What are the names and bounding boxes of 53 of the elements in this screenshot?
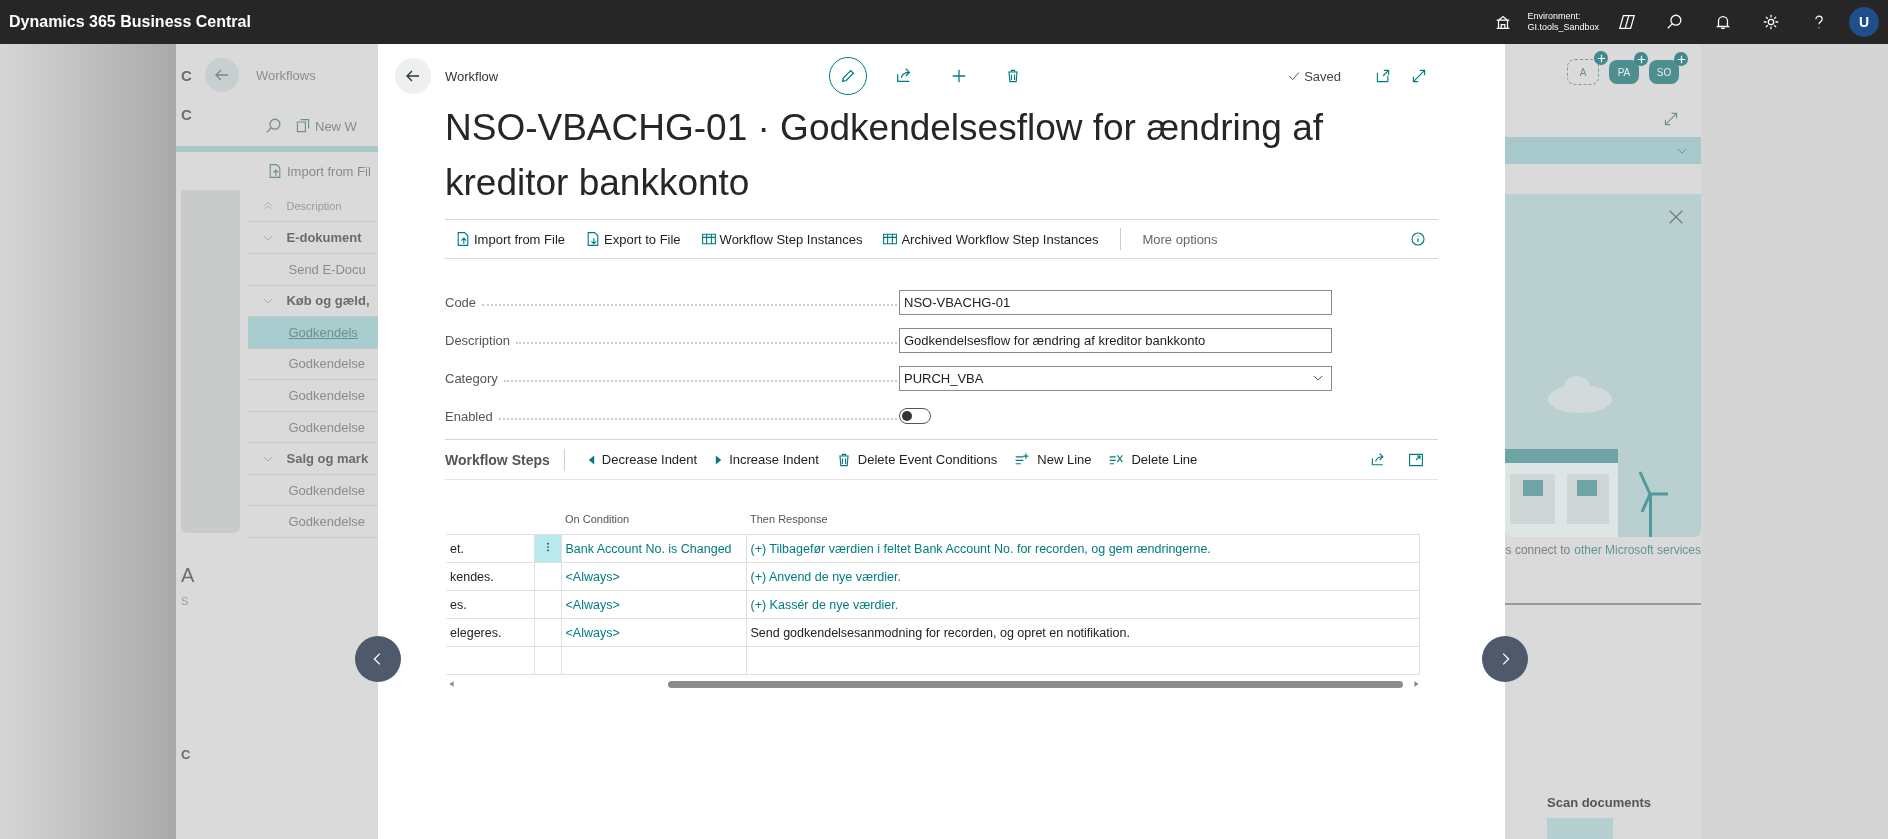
app-title[interactable]: Dynamics 365 Business Central <box>9 13 251 31</box>
field-label: Category <box>445 370 498 386</box>
record-title: NSO-VBACHG-01 · Godkendelsesflow for ændring af kreditor bankkonto <box>444 106 1325 205</box>
table-cell: et. <box>446 534 534 563</box>
saved-status: Saved <box>1287 68 1341 84</box>
table-cell[interactable]: <Always> <box>561 562 746 591</box>
table-cell: es. <box>446 590 534 619</box>
group-header[interactable]: Salg og mark <box>286 451 369 467</box>
page-title: Workflows <box>256 67 316 83</box>
table-cell: kendes. <box>446 562 534 591</box>
column-header: On Condition <box>561 504 746 535</box>
promo-text: s connect to other Microsoft services <box>1505 542 1701 559</box>
table-cell[interactable]: <Always> <box>561 618 746 647</box>
table-cell[interactable]: <Always> <box>561 590 746 619</box>
heading-letter: C <box>180 106 193 123</box>
section-title: Scan documents <box>1546 795 1653 810</box>
table-cell[interactable]: (+) Anvend de nye værdier. <box>746 562 1420 591</box>
heading-letter: C <box>180 66 193 84</box>
table-cell[interactable]: Bank Account No. is Changed <box>561 534 746 563</box>
group-header[interactable]: Køb og gæld, <box>286 293 370 309</box>
toolbar-button[interactable]: Delete Line <box>1108 451 1198 468</box>
action-button[interactable]: Archived Workflow Step Instances <box>882 231 1099 247</box>
heading-letter: A <box>180 564 196 587</box>
toolbar-button[interactable]: Delete Event Conditions <box>835 451 998 468</box>
more-options-button[interactable]: More options <box>1142 231 1218 247</box>
action-button[interactable]: Workflow Step Instances <box>700 231 863 247</box>
column-header: Then Response <box>746 504 1420 535</box>
heading-letter: C <box>180 747 192 762</box>
field-label: Description <box>445 332 511 348</box>
toolbar-button[interactable]: Decrease Indent <box>586 452 698 467</box>
field-label: Enabled <box>445 408 493 424</box>
group-header[interactable]: E-dokument <box>286 230 362 246</box>
table-cell[interactable]: (+) Tilbagefør værdien i feltet Bank Account No. for recorden, og gem ændringerne. <box>746 534 1420 563</box>
breadcrumb: Workflow <box>445 68 499 84</box>
table-cell: Send godkendelsesanmodning for recorden, og opret en notifikation. <box>746 618 1420 647</box>
action-button[interactable]: Export to File <box>585 231 681 247</box>
text-letter: S <box>180 595 190 607</box>
table-cell[interactable]: (+) Kassér de nye værdier. <box>746 590 1420 619</box>
avatar-badge[interactable]: SO <box>1649 60 1679 84</box>
input-field[interactable]: NSO-VBACHG-01 <box>899 289 1332 315</box>
dropdown-field[interactable]: PURCH_VBA <box>899 365 1332 391</box>
environment-label: Environment: <box>1527 11 1582 22</box>
user-avatar[interactable]: U <box>1849 7 1879 37</box>
section-title: Workflow Steps <box>445 451 550 468</box>
environment-name: GI.tools_Sandbox <box>1527 22 1599 33</box>
input-field[interactable]: Godkendelsesflow for ændring af kreditor bankkonto <box>899 327 1332 353</box>
action-button[interactable]: Import from File <box>455 231 565 247</box>
field-label: Code <box>445 294 477 310</box>
table-cell: elegeres. <box>446 618 534 647</box>
toolbar-button[interactable]: Increase Indent <box>714 452 819 467</box>
column-header: Description <box>286 199 342 212</box>
avatar-badge[interactable]: PA <box>1609 60 1639 84</box>
toolbar-button[interactable]: New Line <box>1014 451 1092 468</box>
